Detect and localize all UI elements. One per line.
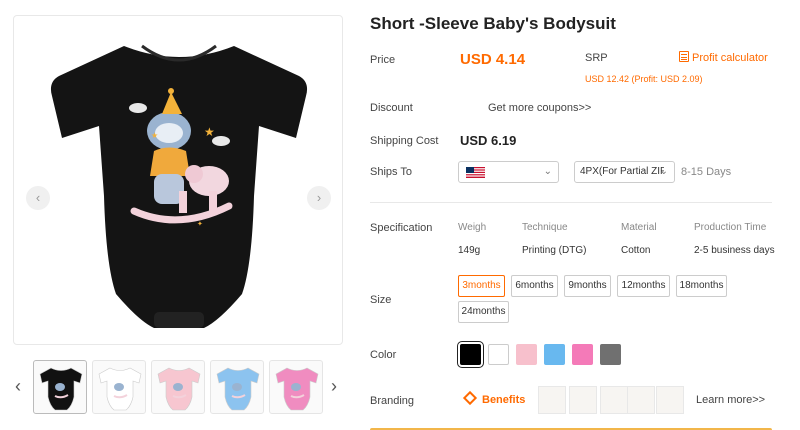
svg-text:★: ★	[151, 131, 158, 140]
bodysuit-thumbnail-icon	[39, 367, 83, 411]
main-product-image: ★ ★ ✦ ‹ ›	[13, 15, 343, 345]
size-option-3months[interactable]: 3months	[458, 275, 505, 297]
bodysuit-thumbnail-icon	[98, 367, 142, 411]
srp-profit-line: USD 12.42 (Profit: USD 2.09)	[585, 74, 703, 84]
size-option-12months[interactable]: 12months	[617, 275, 670, 297]
svg-text:★: ★	[204, 125, 215, 139]
product-title: Short -Sleeve Baby's Bodysuit	[370, 14, 616, 33]
calculator-icon	[679, 51, 689, 62]
ships-to-label: Ships To	[370, 166, 412, 178]
specification-label: Specification	[370, 222, 433, 234]
size-option-9months[interactable]: 9months	[564, 275, 611, 297]
price-value: USD 4.14	[460, 51, 526, 68]
chevron-right-icon: ›	[316, 190, 322, 205]
price-label: Price	[370, 54, 396, 66]
profit-calculator-link[interactable]: Profit calculator	[679, 51, 768, 64]
color-label: Color	[370, 349, 397, 361]
us-flag-icon	[466, 167, 485, 178]
spec-header-technique: Technique	[522, 222, 568, 233]
svg-text:✦: ✦	[197, 220, 203, 228]
color-swatch[interactable]	[516, 344, 537, 365]
get-coupons-link[interactable]: Get more coupons>>	[488, 102, 591, 114]
thumbnail-pink[interactable]	[151, 360, 205, 414]
diamond-icon	[462, 390, 478, 406]
benefits-link[interactable]: Benefits	[462, 390, 526, 406]
spec-value-material: Cotton	[621, 245, 651, 256]
chevron-down-icon: ⌄	[659, 166, 668, 177]
section-divider	[370, 202, 772, 203]
thumbnails-prev-button[interactable]: ‹	[15, 376, 21, 397]
branding-sample-thumbnail[interactable]	[600, 386, 628, 414]
chevron-down-icon: ⌄	[543, 166, 552, 177]
branding-sample-thumbnail[interactable]	[569, 386, 597, 414]
spec-value-weigh: 149g	[458, 245, 481, 256]
gallery-next-button[interactable]: ›	[307, 186, 331, 210]
shipping-cost-value: USD 6.19	[460, 133, 517, 148]
thumbnail-white[interactable]	[92, 360, 146, 414]
profit-calculator-label: Profit calculator	[692, 52, 768, 64]
thumbnails-next-button[interactable]: ›	[331, 376, 337, 397]
gallery-prev-button[interactable]: ‹	[26, 186, 50, 210]
spec-header-material: Material	[621, 222, 657, 233]
size-option-24months[interactable]: 24months	[458, 301, 509, 323]
shipping-method-value: 4PX(For Partial ZIP	[580, 166, 664, 177]
bodysuit-thumbnail-icon	[157, 367, 201, 411]
ships-to-select[interactable]: ⌄	[458, 161, 559, 183]
size-option-18months[interactable]: 18months	[676, 275, 727, 297]
color-swatch[interactable]	[488, 344, 509, 365]
benefits-label: Benefits	[482, 394, 526, 406]
spec-value-production-time: 2-5 business days	[694, 245, 775, 256]
branding-sample-thumbnail[interactable]	[538, 386, 566, 414]
branding-sample-thumbnail[interactable]	[656, 386, 684, 414]
baby-bodysuit-image: ★ ★ ✦	[50, 44, 308, 328]
bodysuit-thumbnail-icon	[216, 367, 260, 411]
discount-label: Discount	[370, 102, 413, 114]
shipping-method-select[interactable]: 4PX(For Partial ZIP ⌄	[574, 161, 675, 183]
learn-more-link[interactable]: Learn more>>	[696, 394, 765, 406]
branding-label: Branding	[370, 395, 415, 407]
shipping-cost-label: Shipping Cost	[370, 135, 439, 147]
thumbnail-blue[interactable]	[210, 360, 264, 414]
chevron-left-icon: ‹	[35, 190, 41, 205]
branding-sample-thumbnail[interactable]	[627, 386, 655, 414]
thumbnail-strip: ‹ ›	[13, 358, 348, 418]
thumbnail-rose[interactable]	[269, 360, 323, 414]
spec-value-technique: Printing (DTG)	[522, 245, 587, 256]
delivery-days: 8-15 Days	[681, 166, 732, 178]
color-swatch[interactable]	[572, 344, 593, 365]
size-option-6months[interactable]: 6months	[511, 275, 558, 297]
size-label: Size	[370, 294, 392, 306]
srp-label: SRP	[585, 52, 608, 64]
color-swatch[interactable]	[457, 341, 484, 368]
bodysuit-thumbnail-icon	[275, 367, 319, 411]
spec-header-weigh: Weigh	[458, 222, 487, 233]
color-swatch[interactable]	[544, 344, 565, 365]
thumbnail-black[interactable]	[33, 360, 87, 414]
spec-header-production-time: Production Time	[694, 222, 767, 233]
color-swatch[interactable]	[600, 344, 621, 365]
